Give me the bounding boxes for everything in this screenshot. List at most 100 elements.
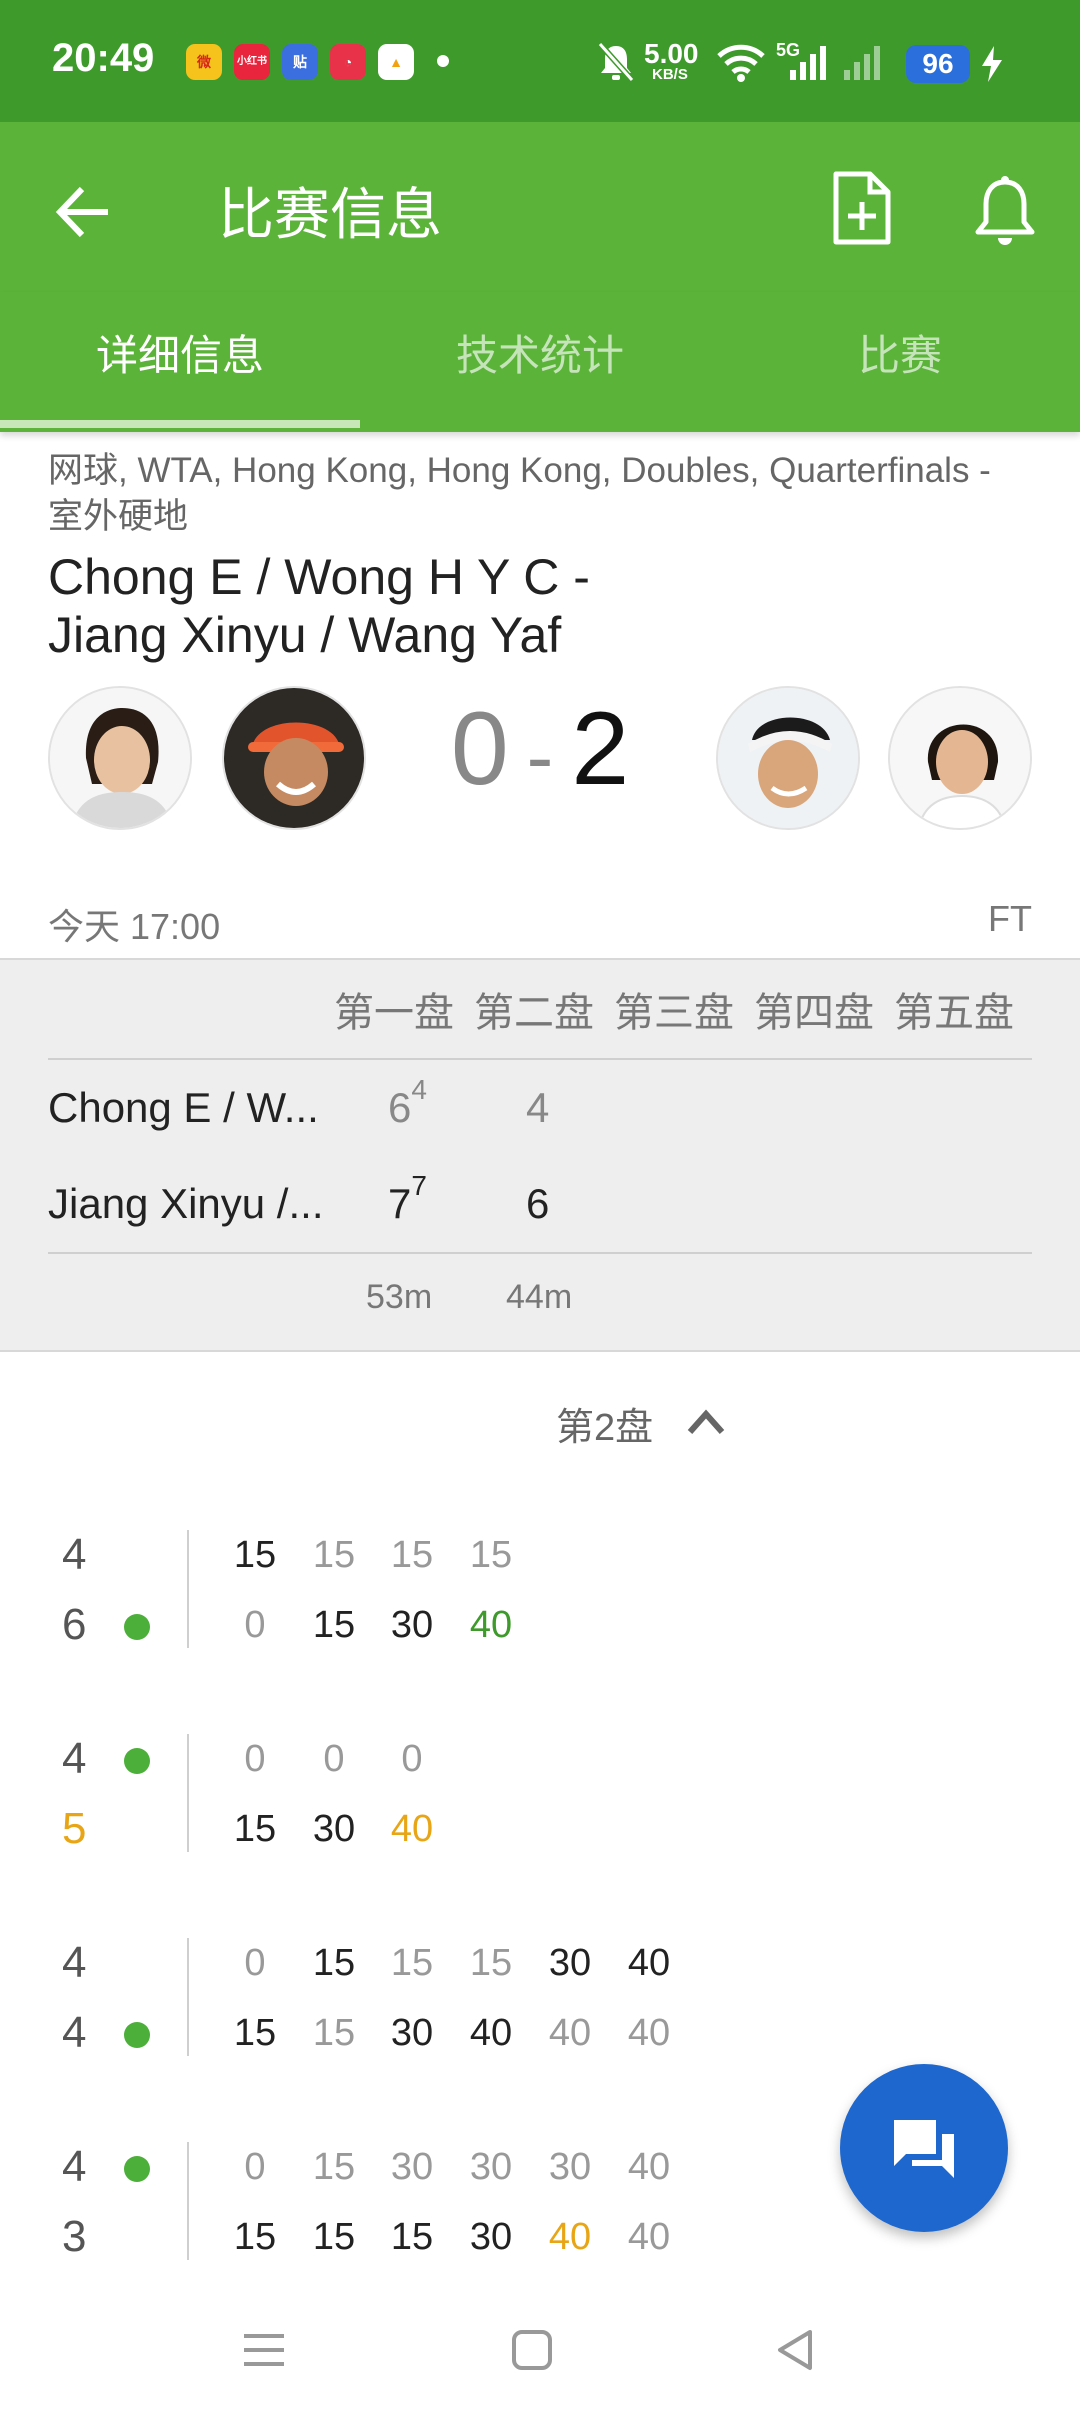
point-away: 40 [469, 2012, 513, 2054]
signal-icon [790, 46, 826, 80]
match-meta: 网球, WTA, Hong Kong, Hong Kong, Doubles, … [48, 451, 991, 536]
net-speed-unit: KB/S [652, 66, 688, 83]
point-away: 15 [390, 2216, 434, 2258]
player-avatar-4[interactable] [888, 686, 1032, 830]
set-selector[interactable]: 第2盘 [556, 1396, 653, 1451]
point-home: 30 [390, 2146, 434, 2188]
game-home-score: 4 [62, 1530, 87, 1579]
tab-details[interactable]: 详细信息 [0, 292, 360, 432]
weibo-app-icon: 微 [186, 44, 222, 80]
point-away: 40 [469, 1604, 513, 1646]
chevron-up-icon[interactable] [684, 1400, 728, 1444]
point-home: 0 [244, 2146, 266, 2188]
divider [48, 1058, 1032, 1060]
point-home: 15 [312, 2146, 356, 2188]
player-avatar-2[interactable] [222, 686, 366, 830]
point-home: 15 [469, 1534, 513, 1576]
match-time-row: 今天 17:00 FT [48, 898, 1032, 950]
point-away: 40 [627, 2012, 671, 2054]
point-home: 40 [627, 1942, 671, 1984]
point-home: 0 [244, 1942, 266, 1984]
status-time: 20:49 [52, 36, 155, 80]
chat-button[interactable] [840, 2064, 1008, 2232]
point-away: 30 [390, 2012, 434, 2054]
point-away: 15 [233, 2216, 277, 2258]
game-block: 4 6 15 15 15 15 0 15 30 40 [0, 1530, 1080, 1670]
point-away: 30 [469, 2216, 513, 2258]
serve-indicator-icon [124, 2022, 150, 2048]
point-home: 15 [233, 1534, 277, 1576]
point-away: 15 [312, 1604, 356, 1646]
serve-indicator-icon [124, 1748, 150, 1774]
set-1-duration: 53m [366, 1278, 433, 1316]
point-home: 15 [312, 1534, 356, 1576]
player-avatar-3[interactable] [716, 686, 860, 830]
point-away: 40 [627, 2216, 671, 2258]
set-header-3: 第三盘 [614, 991, 734, 1035]
set-2-duration: 44m [506, 1278, 573, 1316]
game-block: 4 4 0 15 15 15 30 40 15 15 30 40 40 40 [0, 1938, 1080, 2078]
game-away-score: 4 [62, 2008, 87, 2057]
match-status: FT [988, 898, 1032, 939]
point-away: 40 [548, 2216, 592, 2258]
point-away: 15 [312, 2012, 356, 2054]
point-home: 0 [401, 1738, 423, 1780]
point-home: 0 [323, 1738, 345, 1780]
tab-matches[interactable]: 比赛 [720, 292, 1080, 432]
tab-indicator [0, 420, 360, 428]
point-away: 30 [390, 1604, 434, 1646]
alert-app-icon: ▲ [378, 44, 414, 80]
point-away: 30 [312, 1808, 356, 1850]
game-home-score: 4 [62, 2142, 87, 2191]
tab-statistics[interactable]: 技术统计 [360, 292, 720, 432]
wifi-icon [717, 44, 765, 82]
tab-bar: 详细信息 技术统计 比赛 [0, 292, 1080, 432]
point-away: 15 [233, 1808, 277, 1850]
score-separator: - [526, 712, 554, 801]
serve-indicator-icon [124, 1614, 150, 1640]
point-home: 15 [390, 1534, 434, 1576]
arrow-back-icon[interactable] [50, 177, 120, 247]
game-away-score: 5 [62, 1804, 87, 1853]
divider [187, 1734, 189, 1852]
match-title-line-2: Jiang Xinyu / Wang Yaf [48, 607, 562, 663]
team-2-set-1-score: 77 [388, 1170, 427, 1227]
game-block: 4 5 0 0 0 15 30 40 [0, 1734, 1080, 1874]
match-title-line-1: Chong E / Wong H Y C - [48, 549, 590, 605]
point-away: 40 [390, 1808, 434, 1850]
charging-icon [982, 46, 1002, 82]
divider [48, 1252, 1032, 1254]
divider [187, 1530, 189, 1648]
back-triangle-icon[interactable] [766, 2320, 826, 2380]
bell-icon[interactable] [970, 172, 1040, 252]
team-2-set-2-score: 6 [526, 1180, 550, 1227]
point-away: 15 [233, 2012, 277, 2054]
set-header-5: 第五盘 [894, 991, 1014, 1035]
game-home-score: 4 [62, 1734, 87, 1783]
menu-icon[interactable] [234, 2320, 294, 2380]
divider [187, 1938, 189, 2056]
app-icon: ◔ [330, 44, 366, 80]
team-1-set-1-score: 64 [388, 1074, 427, 1131]
point-away: 0 [244, 1604, 266, 1646]
status-bar: 20:49 微 小红书 贴 ◔ ▲ 5.00 KB/S 5G 96 [0, 0, 1080, 122]
point-away: 40 [548, 2012, 592, 2054]
team-2-name: Jiang Xinyu /... [48, 1180, 324, 1227]
add-document-icon[interactable] [826, 168, 896, 248]
team-1-set-2-score: 4 [526, 1084, 550, 1131]
system-nav-bar [0, 2290, 1080, 2414]
point-home: 0 [244, 1738, 266, 1780]
game-away-score: 3 [62, 2212, 87, 2261]
page-title: 比赛信息 [218, 183, 442, 246]
point-home: 40 [627, 2146, 671, 2188]
team-1-name: Chong E / W... [48, 1084, 319, 1131]
app-bar: 比赛信息 [0, 122, 1080, 292]
player-avatar-1[interactable] [48, 686, 192, 830]
set-header-1: 第一盘 [334, 991, 454, 1035]
serve-indicator-icon [124, 2156, 150, 2182]
game-away-score: 6 [62, 1600, 87, 1649]
home-icon[interactable] [502, 2320, 562, 2380]
tieba-app-icon: 贴 [282, 44, 318, 80]
point-home: 15 [312, 1942, 356, 1984]
game-home-score: 4 [62, 1938, 87, 1987]
